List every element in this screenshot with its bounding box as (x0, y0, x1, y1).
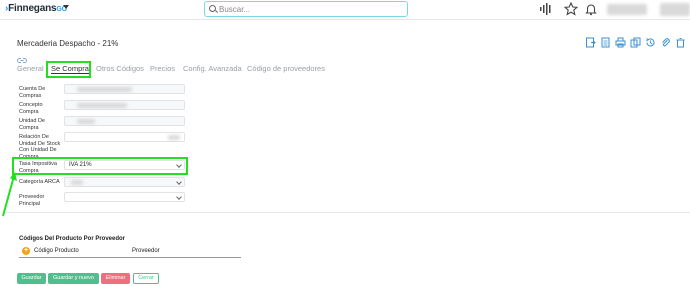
export-icon[interactable] (585, 37, 596, 48)
copy-icon[interactable] (630, 37, 641, 48)
cuenta-label: Cuenta De Compras (19, 86, 46, 99)
redacted-value (71, 180, 83, 185)
concepto-field[interactable] (64, 100, 185, 110)
highlight-box-tasa (12, 157, 188, 175)
save-and-new-button[interactable]: Guardar y nuevo (48, 273, 99, 284)
bell-icon[interactable] (584, 2, 598, 16)
chevron-down-icon (176, 194, 182, 200)
delete-icon[interactable] (675, 37, 686, 48)
star-icon[interactable] (563, 1, 579, 16)
brand-name: Finnegans (8, 3, 57, 14)
chevron-down-icon[interactable] (63, 5, 69, 9)
tab-general[interactable]: General (17, 64, 44, 73)
tab-config-avanzada[interactable]: Config. Avanzada (183, 64, 242, 73)
supplier-codes-table-header: + Código Producto Proveedor (19, 245, 241, 258)
save-button[interactable]: Guardar (17, 273, 46, 284)
relacion-field[interactable] (64, 132, 185, 142)
close-button[interactable]: Cerrar (133, 273, 159, 284)
tab-otros-codigos[interactable]: Otros Códigos (96, 64, 144, 73)
unidad-field[interactable] (64, 116, 185, 126)
user-name-redacted[interactable] (607, 4, 647, 15)
top-bar: ›FinnegansGO (0, 0, 690, 20)
redacted-value (77, 87, 132, 92)
unidad-label: Unidad De Compra (19, 118, 45, 131)
categoria-label: Categoría ARCA (19, 179, 60, 185)
add-row-icon[interactable]: + (22, 247, 30, 255)
divider (6, 212, 690, 213)
tab-precios[interactable]: Precios (150, 64, 175, 73)
sound-icon[interactable] (539, 2, 553, 16)
redacted-value (77, 103, 127, 108)
column-proveedor: Proveedor (132, 248, 160, 254)
redacted-value (77, 119, 95, 124)
tab-codigo-proveedores[interactable]: Código de proveedores (247, 64, 325, 73)
delete-button[interactable]: Eliminar (101, 273, 130, 284)
history-icon[interactable] (645, 37, 656, 48)
cuenta-field[interactable] (64, 84, 185, 94)
search-icon (209, 5, 216, 12)
highlight-box-tab (46, 61, 91, 78)
avatar[interactable] (660, 3, 690, 16)
chevron-down-icon (176, 179, 182, 185)
attachment-icon[interactable] (660, 37, 671, 48)
proveedor-label: Proveedor Principal (19, 194, 45, 207)
print-icon[interactable] (615, 37, 626, 48)
categoria-select[interactable] (64, 177, 185, 187)
concepto-label: Concepto Compra (19, 102, 43, 115)
column-codigo-producto: Código Producto (34, 248, 79, 254)
redacted-value (168, 135, 180, 140)
search-box[interactable] (204, 1, 408, 17)
brand-logo[interactable]: ›FinnegansGO (5, 3, 67, 14)
page-title: Mercaderia Despacho - 21% (17, 39, 119, 48)
proveedor-select[interactable] (64, 192, 185, 202)
search-input[interactable] (219, 3, 399, 15)
document-icon[interactable] (600, 37, 611, 48)
section-title: Códigos Del Producto Por Proveedor (19, 236, 126, 242)
